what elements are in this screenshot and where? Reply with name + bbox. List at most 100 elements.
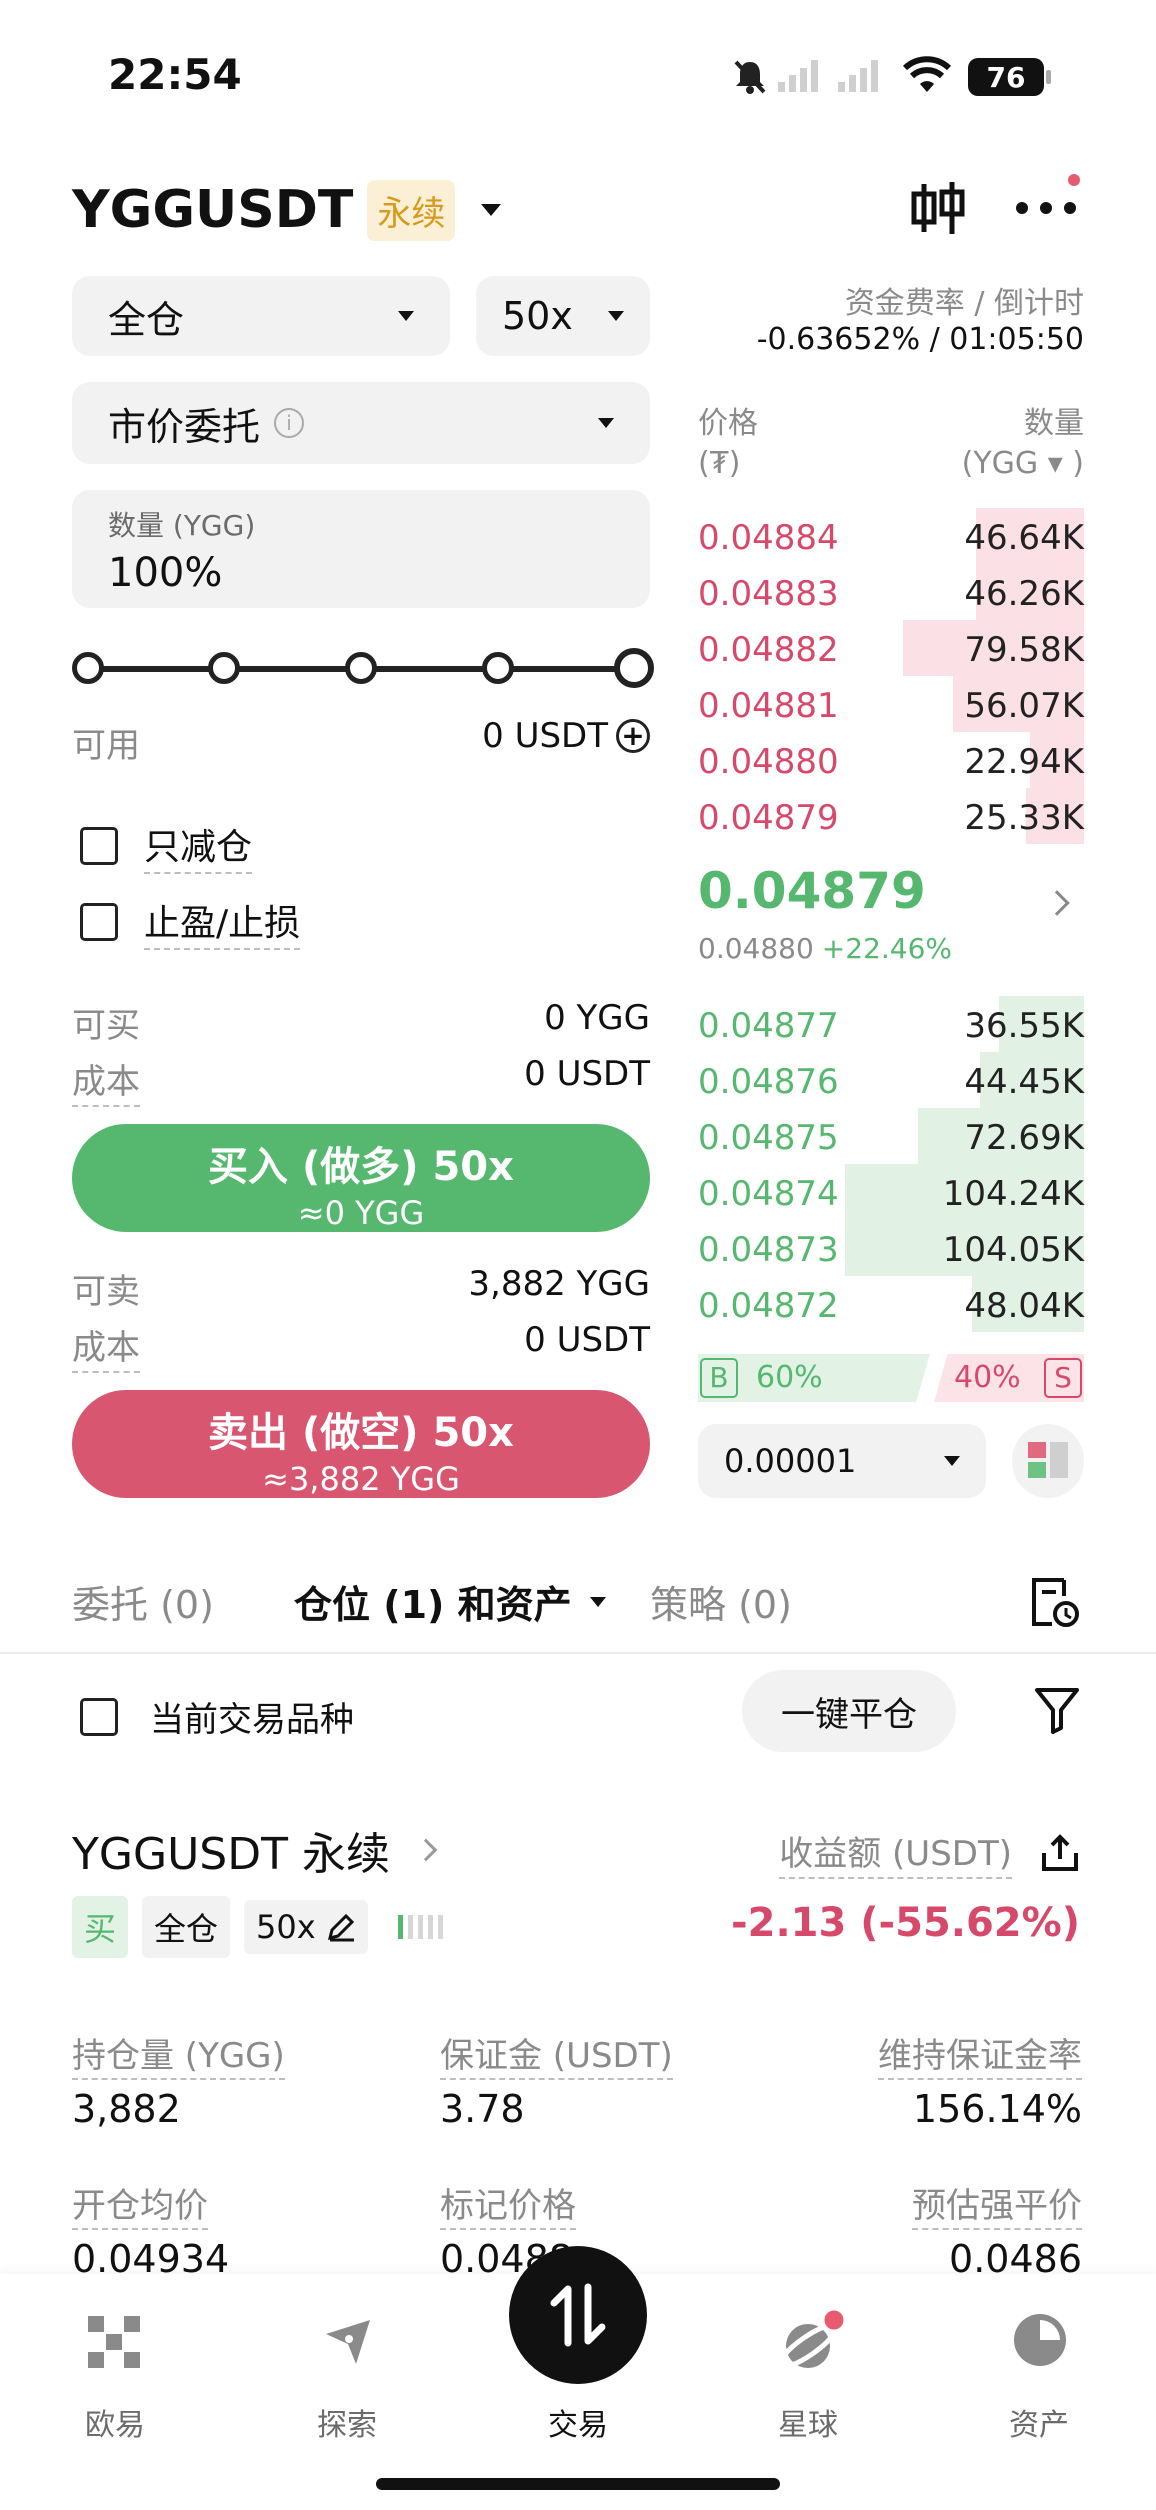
ask-qty: 46.26K <box>964 574 1084 614</box>
price-change: +22.46% <box>821 932 953 965</box>
sell-short-button[interactable]: 卖出 (做空) 50x ≈3,882 YGG <box>72 1390 650 1498</box>
position-title[interactable]: YGGUSDT 永续 <box>72 1818 438 1882</box>
leverage-value: 50x <box>502 294 573 338</box>
symbol-selector[interactable]: YGGUSDT 永续 <box>72 178 502 242</box>
edit-icon <box>327 1913 354 1942</box>
slider-stop[interactable] <box>208 652 240 684</box>
home-indicator <box>376 2478 780 2490</box>
notification-dot <box>1068 174 1080 186</box>
nav-trade[interactable]: 交易 <box>503 2400 653 2444</box>
chevron-down-icon <box>398 311 414 321</box>
pnl-value: -2.13 (-55.62%) <box>731 1900 1080 1946</box>
add-circle-icon[interactable]: + <box>616 719 650 753</box>
bid-price: 0.04875 <box>698 1118 839 1158</box>
available-label: 可用 <box>72 726 140 766</box>
chevron-down-icon <box>598 418 614 428</box>
side-tag: 买 <box>72 1896 129 1958</box>
quantity-value: 100% <box>108 550 223 596</box>
candlestick-icon[interactable] <box>908 178 968 238</box>
leverage-tag[interactable]: 50x <box>244 1900 368 1954</box>
margin-mode-select[interactable]: 全仓 <box>72 276 450 356</box>
buy-button-label: 买入 (做多) 50x <box>208 1144 514 1190</box>
ask-price: 0.04883 <box>698 574 839 614</box>
tab-positions-label: 仓位 (1) 和资产 <box>294 1583 572 1627</box>
quantity-field[interactable]: 数量 (YGG) 100% <box>72 490 650 608</box>
sell-button-label: 卖出 (做空) 50x <box>208 1410 514 1456</box>
tab-positions[interactable]: 仓位 (1) 和资产 <box>294 1574 606 1629</box>
nav-assets[interactable]: 资产 <box>964 2400 1114 2444</box>
ask-row[interactable]: 0.04879 25.33K <box>698 788 1084 844</box>
bid-price: 0.04873 <box>698 1230 839 1270</box>
bid-row[interactable]: 0.04875 72.69K <box>698 1108 1084 1164</box>
pie-icon <box>1014 2314 1066 2366</box>
tp-sl-checkbox[interactable]: 止盈/止损 <box>80 894 301 950</box>
ask-row[interactable]: 0.04881 56.07K <box>698 676 1084 732</box>
size-stat: 持仓量 (YGG) 3,882 <box>72 2028 285 2131</box>
order-type-select[interactable]: 市价委托 i <box>72 382 650 464</box>
nav-explore[interactable]: 探索 <box>272 2400 422 2444</box>
ask-price: 0.04884 <box>698 518 839 558</box>
slider-stop[interactable] <box>345 652 377 684</box>
more-menu-icon[interactable] <box>1014 174 1080 220</box>
filter-icon[interactable] <box>1034 1686 1080 1734</box>
last-price[interactable]: 0.04879 <box>698 862 926 920</box>
battery-icon: 76 <box>968 58 1044 96</box>
cost-label: 成本 <box>72 1320 140 1373</box>
bid-row[interactable]: 0.04873 104.05K <box>698 1220 1084 1276</box>
orderbook-qty-header[interactable]: 数量 (YGG ▾ ) <box>884 404 1084 484</box>
precision-value: 0.00001 <box>724 1442 857 1480</box>
share-icon[interactable] <box>1040 1833 1080 1873</box>
margin-label: 保证金 (USDT) <box>440 2036 673 2080</box>
ask-row[interactable]: 0.04880 22.94K <box>698 732 1084 788</box>
liq-label: 预估强平价 <box>912 2186 1082 2230</box>
bid-row[interactable]: 0.04872 48.04K <box>698 1276 1084 1332</box>
bid-qty: 104.24K <box>942 1174 1084 1214</box>
slider-stop[interactable] <box>72 652 104 684</box>
slider-stop[interactable] <box>482 652 514 684</box>
reduce-only-label: 只减仓 <box>144 818 253 874</box>
trade-icon <box>550 2283 606 2347</box>
close-all-button[interactable]: 一键平仓 <box>742 1670 956 1752</box>
bid-row[interactable]: 0.04877 36.55K <box>698 996 1084 1052</box>
leverage-select[interactable]: 50x <box>476 276 650 356</box>
price-header-label: 价格 <box>698 406 758 441</box>
margin-value: 3.78 <box>440 2087 525 2131</box>
bid-price: 0.04877 <box>698 1006 839 1046</box>
buy-long-button[interactable]: 买入 (做多) 50x ≈0 YGG <box>72 1124 650 1232</box>
precision-select[interactable]: 0.00001 <box>698 1424 986 1498</box>
ask-row[interactable]: 0.04882 79.58K <box>698 620 1084 676</box>
history-icon[interactable] <box>1028 1576 1080 1628</box>
margin-mode-value: 全仓 <box>108 297 185 342</box>
reduce-only-checkbox[interactable]: 只减仓 <box>80 818 253 874</box>
cost-sell-value: 0 USDT <box>524 1320 650 1360</box>
ask-row[interactable]: 0.04883 46.26K <box>698 564 1084 620</box>
chevron-down-icon <box>944 1456 960 1466</box>
slider-handle[interactable] <box>614 648 654 688</box>
signal-icon <box>778 60 818 92</box>
trade-button[interactable] <box>509 2246 647 2384</box>
pnl-header: 收益额 (USDT) <box>700 1826 1080 1879</box>
book-layout-button[interactable] <box>1012 1424 1084 1498</box>
ask-qty: 25.33K <box>964 798 1084 838</box>
tab-strategy[interactable]: 策略 (0) <box>650 1574 792 1629</box>
bid-row[interactable]: 0.04876 44.45K <box>698 1052 1084 1108</box>
tab-orders[interactable]: 委托 (0) <box>72 1574 214 1629</box>
margin-stat: 保证金 (USDT) 3.78 <box>440 2028 673 2131</box>
pnl-label[interactable]: 收益额 (USDT) <box>779 1826 1012 1879</box>
ask-row[interactable]: 0.04884 46.64K <box>698 508 1084 564</box>
nav-okx[interactable]: 欧易 <box>40 2400 190 2444</box>
planet-icon <box>777 2308 846 2370</box>
current-symbol-checkbox[interactable]: 当前交易品种 <box>80 1692 354 1741</box>
quantity-slider[interactable] <box>72 648 654 690</box>
okx-icon <box>88 2316 140 2368</box>
nav-planet[interactable]: 星球 <box>733 2400 883 2444</box>
can-sell-label: 可卖 <box>72 1272 140 1312</box>
chevron-right-icon[interactable] <box>1044 890 1070 916</box>
bid-row[interactable]: 0.04874 104.24K <box>698 1164 1084 1220</box>
tp-sl-label: 止盈/止损 <box>144 894 301 950</box>
ask-qty: 56.07K <box>964 686 1084 726</box>
cost-label: 成本 <box>72 1054 140 1107</box>
funding-rate-label[interactable]: 资金费率 / 倒计时 <box>700 278 1084 322</box>
status-bar: 22:54 76 <box>0 0 1156 150</box>
ask-price: 0.04882 <box>698 630 839 670</box>
